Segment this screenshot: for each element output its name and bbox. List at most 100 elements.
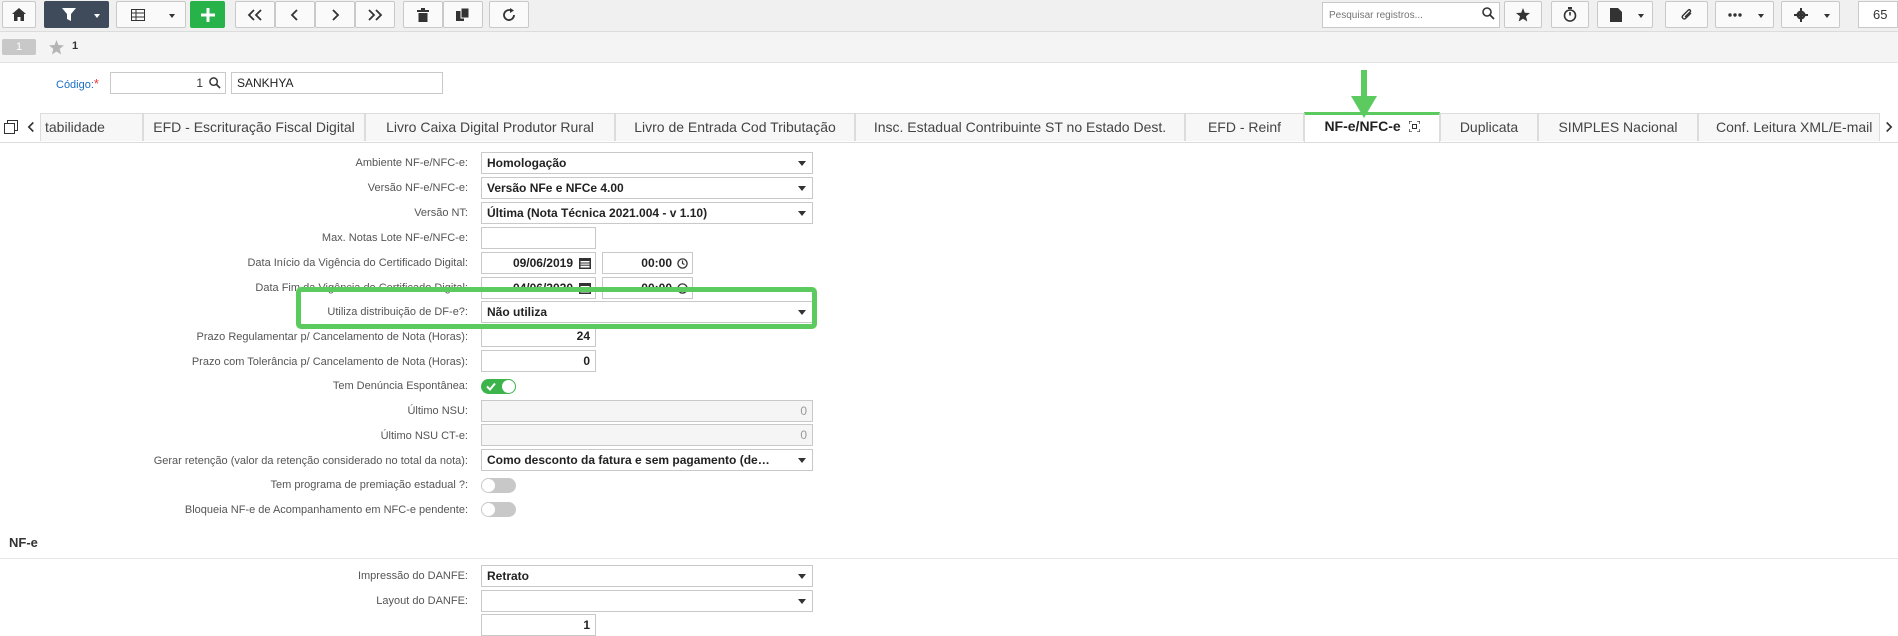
filter-button[interactable] — [44, 1, 109, 28]
versao-label: Versão NF-e/NFC-e: — [367, 182, 468, 194]
delete-button[interactable] — [403, 1, 443, 28]
versao-nt-label: Versão NT: — [414, 207, 468, 219]
tab-bar: tabilidade EFD - Escrituração Fiscal Dig… — [0, 112, 1898, 143]
tab-insc-estadual[interactable]: Insc. Estadual Contribuinte ST no Estado… — [855, 113, 1185, 141]
ambiente-select[interactable]: Homologação — [481, 152, 813, 174]
favorite-count: 1 — [72, 40, 79, 52]
search-input[interactable] — [1322, 2, 1500, 28]
window-icon[interactable] — [4, 120, 18, 134]
layout-danfe-select[interactable] — [481, 590, 813, 612]
search-icon[interactable] — [209, 77, 221, 89]
prazo-regulamentar-label: Prazo Regulamentar p/ Cancelamento de No… — [196, 331, 468, 343]
clock-icon[interactable] — [677, 258, 688, 269]
tab-efd-reinf[interactable]: EFD - Reinf — [1185, 113, 1304, 141]
chevron-left-icon — [290, 8, 298, 21]
ultimo-nsu-label: Último NSU: — [407, 405, 468, 417]
home-icon — [12, 8, 26, 21]
last-record-button[interactable] — [355, 1, 395, 28]
chevron-down-icon — [798, 186, 806, 191]
report-icon — [1610, 7, 1622, 22]
refresh-button[interactable] — [489, 1, 529, 28]
chevron-down-icon — [94, 14, 100, 18]
more-options-button[interactable] — [1715, 1, 1774, 28]
numero-danfe-input[interactable]: 1 — [481, 614, 596, 636]
tab-duplicata[interactable]: Duplicata — [1440, 113, 1538, 141]
data-inicio-label: Data Início da Vigência do Certificado D… — [247, 257, 468, 269]
max-notas-input[interactable] — [481, 227, 596, 249]
page-number[interactable]: 65 — [1858, 1, 1898, 28]
tab-livro-caixa[interactable]: Livro Caixa Digital Produtor Rural — [365, 113, 615, 141]
premiacao-toggle[interactable] — [481, 478, 516, 493]
impressao-danfe-value: Retrato — [487, 569, 530, 583]
tab-contabilidade[interactable]: tabilidade — [40, 113, 143, 141]
next-record-button[interactable] — [315, 1, 355, 28]
refresh-icon — [503, 7, 515, 21]
trash-icon — [417, 7, 429, 22]
toggle-knob — [482, 503, 495, 516]
versao-nt-value: Última (Nota Técnica 2021.004 - v 1.10) — [487, 206, 708, 220]
prazo-tolerancia-label: Prazo com Tolerância p/ Cancelamento de … — [191, 356, 468, 368]
versao-select[interactable]: Versão NFe e NFCe 4.00 — [481, 177, 813, 199]
settings-button[interactable] — [1781, 1, 1840, 28]
timer-button[interactable] — [1551, 1, 1589, 28]
chevron-down-icon — [1638, 14, 1644, 18]
premiacao-label: Tem programa de premiação estadual ?: — [270, 479, 469, 491]
tab-livro-entrada[interactable]: Livro de Entrada Cod Tributação — [615, 113, 855, 141]
more-icon — [1727, 12, 1742, 17]
previous-record-button[interactable] — [275, 1, 315, 28]
toggle-knob — [502, 380, 515, 393]
search-icon[interactable] — [1482, 7, 1495, 20]
nfe-section-title: NF-e — [9, 535, 38, 550]
tab-simples-nacional[interactable]: SIMPLES Nacional — [1538, 113, 1698, 141]
grid-view-button[interactable] — [116, 1, 186, 28]
chevron-down-icon — [798, 599, 806, 604]
layout-danfe-label: Layout do DANFE: — [376, 595, 468, 607]
chevron-right-icon[interactable] — [1884, 121, 1893, 133]
arrow-down-icon — [1351, 70, 1377, 118]
chevron-down-icon — [1758, 14, 1764, 18]
plus-icon — [200, 7, 215, 22]
versao-value: Versão NFe e NFCe 4.00 — [487, 181, 624, 195]
double-chevron-left-icon — [247, 8, 262, 21]
chevron-left-icon[interactable] — [27, 121, 36, 133]
data-inicio-time-input[interactable]: 00:00 — [602, 252, 693, 274]
ultimo-nsu-cte-label: Último NSU CT-e: — [380, 430, 468, 442]
ambiente-label: Ambiente NF-e/NFC-e: — [355, 157, 468, 169]
max-notas-label: Max. Notas Lote NF-e/NFC-e: — [321, 232, 468, 244]
star-icon[interactable] — [49, 40, 64, 55]
first-record-button[interactable] — [235, 1, 275, 28]
home-button[interactable] — [2, 1, 36, 28]
section-divider — [0, 558, 1898, 559]
add-button[interactable] — [190, 1, 225, 28]
chevron-down-icon — [1824, 14, 1830, 18]
retencao-label: Gerar retenção (valor da retenção consid… — [153, 455, 468, 467]
toggle-knob — [482, 479, 495, 492]
impressao-danfe-select[interactable]: Retrato — [481, 565, 813, 587]
star-icon — [1516, 7, 1530, 21]
record-badge[interactable]: 1 — [2, 39, 36, 55]
tab-efd-escrituracao[interactable]: EFD - Escrituração Fiscal Digital — [143, 113, 365, 141]
tab-nfe-nfce-label: NF-e/NFC-e — [1324, 118, 1401, 134]
tab-conf-leitura-xml[interactable]: Conf. Leitura XML/E-mail — [1698, 113, 1880, 141]
duplicate-button[interactable] — [443, 1, 483, 28]
bloqueia-label: Bloqueia NF-e de Acompanhamento em NFC-e… — [184, 504, 468, 516]
expand-icon[interactable] — [1407, 120, 1421, 133]
data-inicio-date-input[interactable]: 09/06/2019 — [481, 252, 596, 274]
prazo-tolerancia-input[interactable]: 0 — [481, 350, 596, 372]
favorite-button[interactable] — [1504, 1, 1542, 28]
versao-nt-select[interactable]: Última (Nota Técnica 2021.004 - v 1.10) — [481, 202, 813, 224]
calendar-icon[interactable] — [579, 257, 591, 269]
chevron-down-icon — [798, 458, 806, 463]
bloqueia-toggle[interactable] — [481, 502, 516, 517]
ambiente-value: Homologação — [487, 156, 567, 170]
denuncia-toggle[interactable] — [481, 379, 516, 394]
ultimo-nsu-input: 0 — [481, 400, 813, 422]
retencao-select[interactable]: Como desconto da fatura e sem pagamento … — [481, 449, 813, 471]
stopwatch-icon — [1563, 7, 1577, 22]
double-chevron-right-icon — [368, 8, 383, 21]
toolbar: 65 — [0, 0, 1898, 32]
report-button[interactable] — [1597, 1, 1653, 28]
data-inicio-date-value: 09/06/2019 — [512, 256, 573, 270]
attachment-button[interactable] — [1665, 1, 1708, 28]
filter-icon — [61, 7, 76, 21]
